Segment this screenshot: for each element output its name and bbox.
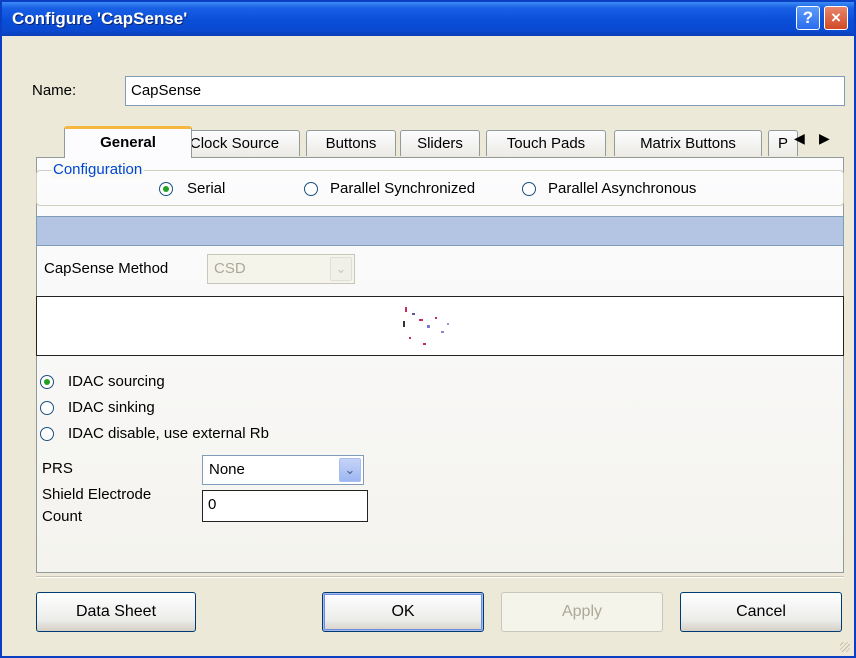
- close-icon[interactable]: ×: [824, 6, 848, 30]
- tab-matrix-buttons[interactable]: Matrix Buttons: [614, 130, 762, 156]
- noise-artifact: [403, 321, 405, 327]
- capsense-method-value: CSD: [214, 260, 246, 277]
- name-label: Name:: [32, 82, 77, 99]
- help-icon[interactable]: ?: [796, 6, 820, 30]
- configuration-legend: Configuration: [51, 161, 145, 178]
- shield-count-label: Count: [42, 508, 83, 525]
- noise-artifact: [412, 313, 415, 315]
- shield-electrode-label: Shield Electrode: [42, 486, 152, 503]
- noise-artifact: [423, 343, 426, 345]
- dialog-title: Configure 'CapSense': [12, 9, 188, 28]
- configure-dialog: Configure 'CapSense' ? × Name: CapSense …: [0, 0, 856, 658]
- radio-parallel-synchronized[interactable]: [304, 182, 318, 196]
- method-preview-box: [36, 296, 844, 356]
- shield-electrode-count-input[interactable]: 0: [202, 490, 368, 522]
- noise-artifact: [419, 319, 423, 321]
- radio-idac-sinking[interactable]: [40, 401, 54, 415]
- chevron-down-icon: ⌄: [330, 257, 352, 281]
- tab-touch-pads[interactable]: Touch Pads: [486, 130, 606, 156]
- noise-artifact: [409, 337, 411, 339]
- noise-artifact: [447, 323, 449, 325]
- apply-button: Apply: [501, 592, 663, 632]
- data-sheet-button[interactable]: Data Sheet: [36, 592, 196, 632]
- status-bar: [36, 216, 844, 246]
- noise-artifact: [441, 331, 444, 333]
- prs-value: None: [209, 461, 245, 478]
- tab-general[interactable]: General: [64, 126, 192, 158]
- capsense-method-label: CapSense Method: [44, 260, 169, 277]
- prs-label: PRS: [42, 460, 73, 477]
- radio-idac-disable[interactable]: [40, 427, 54, 441]
- radio-idac-disable-label[interactable]: IDAC disable, use external Rb: [68, 425, 269, 442]
- title-bar[interactable]: Configure 'CapSense' ? ×: [2, 2, 854, 36]
- cancel-button[interactable]: Cancel: [680, 592, 842, 632]
- prs-select[interactable]: None ⌄: [202, 455, 364, 485]
- tab-sliders[interactable]: Sliders: [400, 130, 480, 156]
- radio-serial-label[interactable]: Serial: [187, 180, 225, 197]
- radio-idac-sinking-label[interactable]: IDAC sinking: [68, 399, 155, 416]
- resize-grip[interactable]: [840, 642, 850, 652]
- tab-scroll-right-icon[interactable]: ▶: [819, 130, 830, 147]
- capsense-method-select: CSD ⌄: [207, 254, 355, 284]
- radio-serial[interactable]: [159, 182, 173, 196]
- noise-artifact: [435, 317, 437, 319]
- separator: [36, 576, 844, 578]
- radio-idac-sourcing[interactable]: [40, 375, 54, 389]
- chevron-down-icon[interactable]: ⌄: [339, 458, 361, 482]
- radio-parallel-synchronized-label[interactable]: Parallel Synchronized: [330, 180, 475, 197]
- radio-parallel-asynchronous-label[interactable]: Parallel Asynchronous: [548, 180, 696, 197]
- tab-strip: General Clock Source Buttons Sliders Tou…: [36, 126, 842, 158]
- name-input[interactable]: CapSense: [125, 76, 845, 106]
- noise-artifact: [405, 307, 407, 312]
- noise-artifact: [427, 325, 430, 328]
- ok-button[interactable]: OK: [322, 592, 484, 632]
- radio-idac-sourcing-label[interactable]: IDAC sourcing: [68, 373, 165, 390]
- tab-buttons[interactable]: Buttons: [306, 130, 396, 156]
- tab-scroll-left-icon[interactable]: ◀: [794, 130, 805, 147]
- radio-parallel-asynchronous[interactable]: [522, 182, 536, 196]
